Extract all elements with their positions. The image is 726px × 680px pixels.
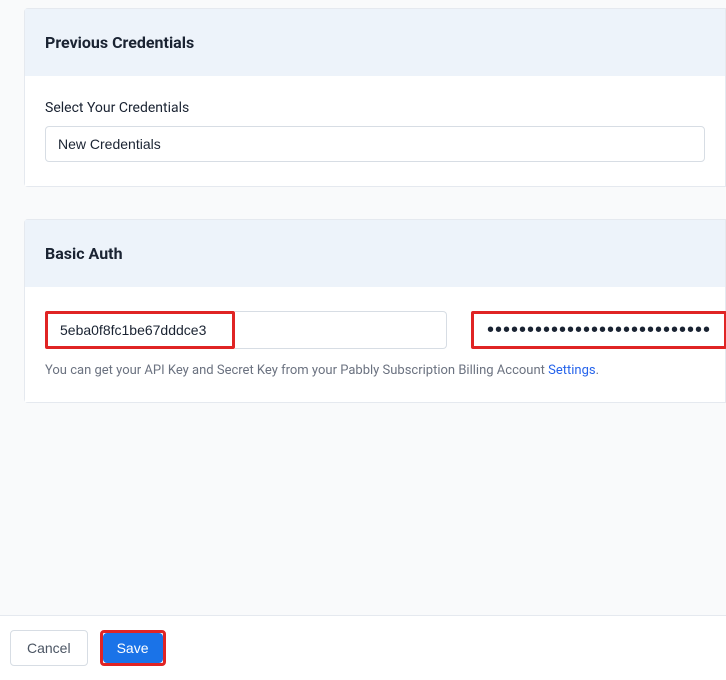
- api-key-input[interactable]: [48, 314, 232, 346]
- helper-text: You can get your API Key and Secret Key …: [45, 363, 705, 378]
- cancel-button[interactable]: Cancel: [10, 630, 88, 666]
- select-credentials-label: Select Your Credentials: [45, 100, 705, 116]
- footer-bar: Cancel Save: [0, 615, 726, 680]
- api-key-highlight: [45, 311, 235, 349]
- basic-auth-header: Basic Auth: [25, 220, 725, 287]
- select-credentials-dropdown[interactable]: New Credentials: [45, 126, 705, 162]
- api-key-input-extension[interactable]: [235, 311, 447, 349]
- previous-credentials-title: Previous Credentials: [45, 33, 705, 52]
- secret-key-highlight: [471, 311, 726, 349]
- previous-credentials-header: Previous Credentials: [25, 9, 725, 76]
- save-button[interactable]: Save: [103, 633, 163, 663]
- settings-link[interactable]: Settings: [548, 363, 595, 378]
- secret-key-input[interactable]: [474, 314, 724, 346]
- select-credentials-value: New Credentials: [58, 136, 161, 152]
- basic-auth-panel: Basic Auth You can get your API Key and …: [24, 219, 726, 403]
- basic-auth-title: Basic Auth: [45, 244, 705, 263]
- save-button-highlight: Save: [100, 630, 166, 666]
- previous-credentials-panel: Previous Credentials Select Your Credent…: [24, 8, 726, 187]
